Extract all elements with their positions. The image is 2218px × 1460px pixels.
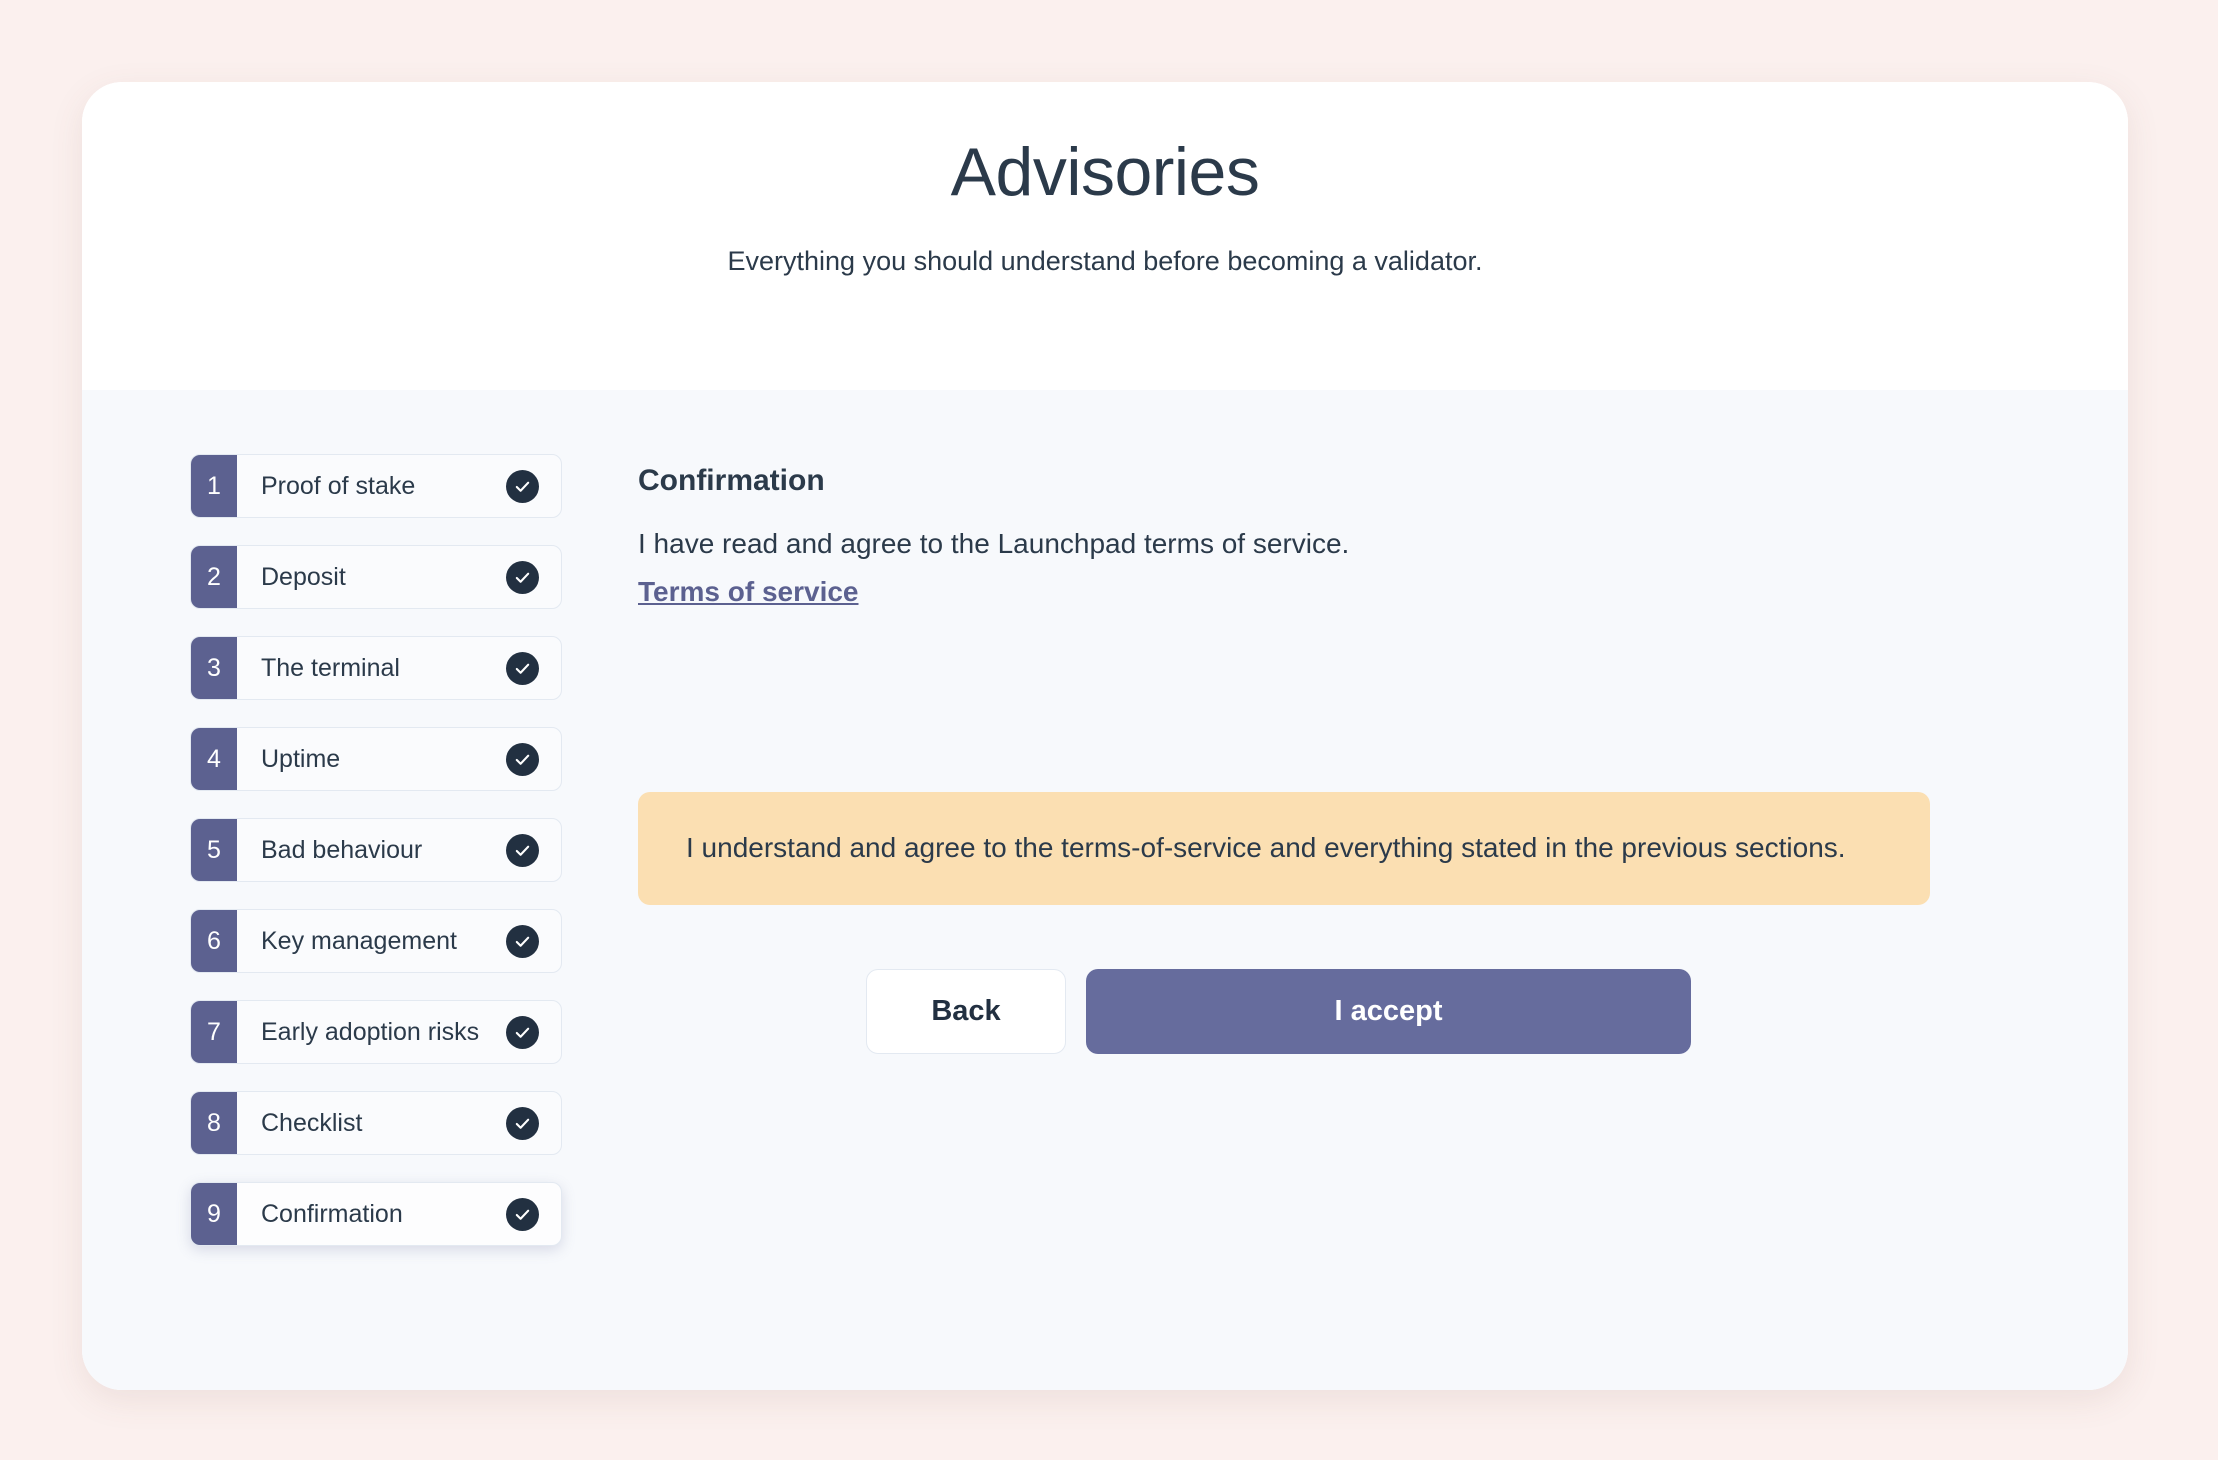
step-label: Uptime [237,728,506,790]
page-subtitle: Everything you should understand before … [728,246,1483,277]
step-number: 4 [191,728,237,790]
step-status [506,910,561,972]
step-status [506,637,561,699]
check-circle-icon [506,834,539,867]
step-number: 9 [191,1183,237,1245]
check-circle-icon [506,561,539,594]
sidebar-item-proof-of-stake[interactable]: 1 Proof of stake [190,454,562,518]
agreement-alert: I understand and agree to the terms-of-s… [638,792,1930,905]
sidebar-item-the-terminal[interactable]: 3 The terminal [190,636,562,700]
step-number: 1 [191,455,237,517]
step-number: 2 [191,546,237,608]
sidebar-item-key-management[interactable]: 6 Key management [190,909,562,973]
card-header: Advisories Everything you should underst… [82,82,2128,390]
step-status [506,819,561,881]
page-title: Advisories [951,134,1260,210]
sidebar-item-early-adoption-risks[interactable]: 7 Early adoption risks [190,1000,562,1064]
back-button[interactable]: Back [866,969,1066,1054]
step-number: 6 [191,910,237,972]
step-label: The terminal [237,637,506,699]
step-label: Key management [237,910,506,972]
step-status [506,1183,561,1245]
check-circle-icon [506,1107,539,1140]
page-root: Advisories Everything you should underst… [0,0,2218,1460]
agreement-alert-text: I understand and agree to the terms-of-s… [686,832,1846,863]
check-circle-icon [506,1198,539,1231]
check-circle-icon [506,470,539,503]
accept-button[interactable]: I accept [1086,969,1691,1054]
stepper-sidebar: 1 Proof of stake 2 Deposit [82,454,562,1246]
step-status [506,1092,561,1154]
step-status [506,546,561,608]
check-circle-icon [506,925,539,958]
step-label: Deposit [237,546,506,608]
check-circle-icon [506,743,539,776]
section-title: Confirmation [638,454,2030,498]
step-number: 5 [191,819,237,881]
step-label: Bad behaviour [237,819,506,881]
terms-of-service-link[interactable]: Terms of service [638,576,859,608]
content-panel: Confirmation I have read and agree to th… [562,454,2128,1054]
step-number: 8 [191,1092,237,1154]
step-status [506,728,561,790]
advisories-card: Advisories Everything you should underst… [82,82,2128,1390]
check-circle-icon [506,652,539,685]
step-status [506,1001,561,1063]
step-label: Checklist [237,1092,506,1154]
step-label: Early adoption risks [237,1001,506,1063]
step-label: Confirmation [237,1183,506,1245]
card-body: 1 Proof of stake 2 Deposit [82,390,2128,1390]
step-label: Proof of stake [237,455,506,517]
sidebar-item-uptime[interactable]: 4 Uptime [190,727,562,791]
sidebar-item-confirmation[interactable]: 9 Confirmation [190,1182,562,1246]
sidebar-item-deposit[interactable]: 2 Deposit [190,545,562,609]
sidebar-item-checklist[interactable]: 8 Checklist [190,1091,562,1155]
check-circle-icon [506,1016,539,1049]
step-status [506,455,561,517]
sidebar-item-bad-behaviour[interactable]: 5 Bad behaviour [190,818,562,882]
section-body-text: I have read and agree to the Launchpad t… [638,528,2030,560]
action-bar: Back I accept [638,969,2030,1054]
step-number: 3 [191,637,237,699]
step-number: 7 [191,1001,237,1063]
